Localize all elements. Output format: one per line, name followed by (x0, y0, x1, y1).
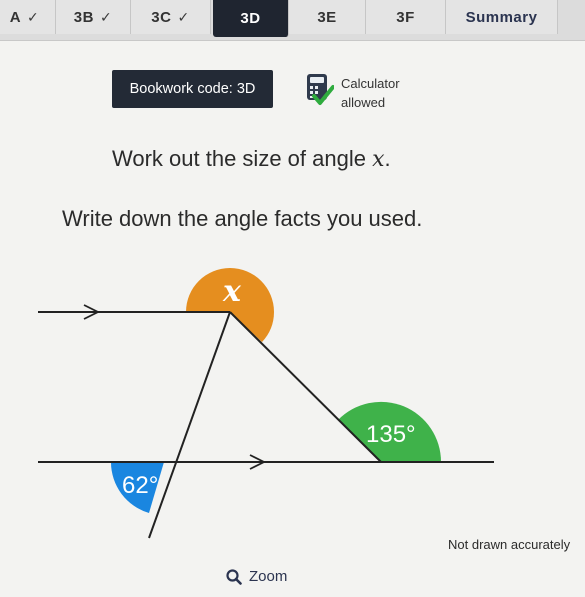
tab-3f[interactable]: 3F (366, 0, 446, 34)
calculator-label: Calculator (341, 76, 400, 91)
magnifier-icon (226, 568, 242, 585)
tab-a-label: A (9, 8, 22, 26)
tab-3f-label: 3F (396, 8, 415, 26)
tab-a[interactable]: A ✓ (0, 0, 56, 34)
zoom-button[interactable]: Zoom (226, 568, 287, 585)
bookwork-code-label: Bookwork code: 3D (129, 81, 256, 97)
bookwork-code-badge: Bookwork code: 3D (112, 70, 273, 108)
tab-summary-label: Summary (465, 8, 538, 26)
angle-diagram: x 135° 62° (38, 268, 494, 539)
checkmark-icon: ✓ (27, 8, 40, 25)
transversal-left (148, 311, 231, 539)
question-suffix: . (384, 146, 391, 171)
question-prefix: Work out the size of angle (112, 146, 373, 171)
checkmark-icon: ✓ (177, 8, 190, 25)
angle-x-sector-lower (230, 312, 274, 342)
tab-3e[interactable]: 3E (289, 0, 366, 34)
not-drawn-accurately-note: Not drawn accurately (448, 537, 571, 552)
tab-3d-label: 3D (240, 10, 261, 27)
tab-3c-label: 3C (151, 8, 172, 26)
angle-62-label: 62° (122, 472, 158, 499)
tab-3d[interactable]: 3D (213, 0, 289, 37)
calculator-allowed-label: allowed (341, 95, 386, 110)
tab-3c[interactable]: 3C ✓ (131, 0, 211, 34)
transversal-right (229, 311, 382, 463)
tab-3b[interactable]: 3B ✓ (56, 0, 131, 34)
tab-3b-label: 3B (73, 8, 94, 26)
calculator-allowed-icon (307, 74, 334, 105)
tab-3e-label: 3E (317, 8, 337, 26)
question-text: Work out the size of angle x. (112, 146, 391, 172)
question-variable: x (372, 147, 385, 172)
angle-x-label: x (222, 274, 242, 309)
zoom-label: Zoom (249, 568, 288, 585)
tab-summary[interactable]: Summary (446, 0, 558, 34)
calculator-allowed-text: Calculator allowed (341, 74, 400, 112)
angle-135-label: 135° (366, 421, 416, 448)
instruction-text: Write down the angle facts you used. (62, 206, 423, 231)
checkmark-icon: ✓ (99, 8, 113, 25)
tab-bar: A ✓ 3B ✓ 3C ✓ 3D 3E 3F Summary (0, 0, 585, 41)
